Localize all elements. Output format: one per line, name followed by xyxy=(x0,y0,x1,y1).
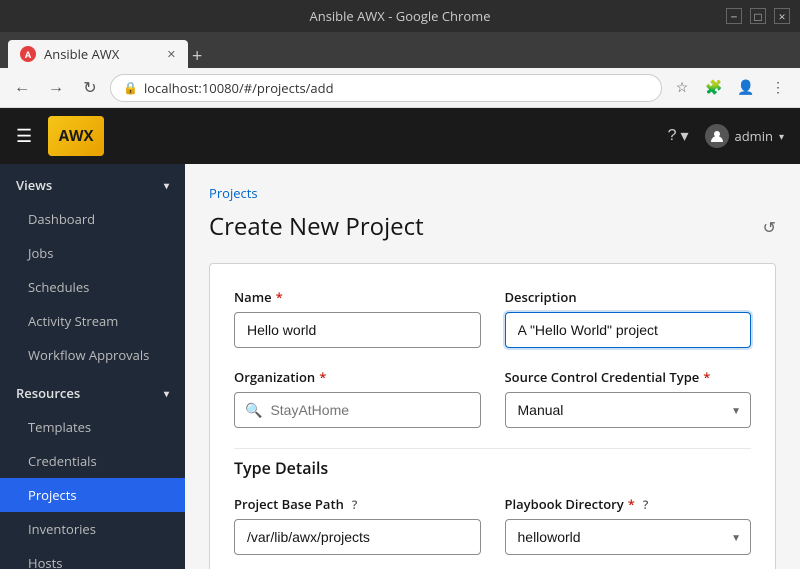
app-logo[interactable]: AWX xyxy=(48,116,104,156)
name-label: Name * xyxy=(234,288,481,306)
description-field-group: Description xyxy=(505,288,752,348)
organization-input[interactable] xyxy=(270,402,469,418)
browser-titlebar: Ansible AWX - Google Chrome − □ × xyxy=(0,0,800,32)
tab-bar: A Ansible AWX ✕ + xyxy=(0,32,800,68)
star-button[interactable]: ☆ xyxy=(668,74,696,102)
source-control-select[interactable]: Manual Git Subversion Insights Remote Ar… xyxy=(505,392,752,428)
lock-icon: 🔒 xyxy=(123,79,138,96)
url-text: localhost:10080/#/projects/add xyxy=(144,79,334,97)
page-title: Create New Project ↺ xyxy=(209,210,776,243)
sidebar-item-inventories[interactable]: Inventories xyxy=(0,512,185,546)
sidebar: Views ▾ Dashboard Jobs Schedules Activit… xyxy=(0,164,185,569)
user-menu[interactable]: admin ▾ xyxy=(705,124,785,148)
browser-title: Ansible AWX - Google Chrome xyxy=(310,7,491,25)
active-tab[interactable]: A Ansible AWX ✕ xyxy=(8,40,188,68)
organization-field-group: Organization * 🔍 xyxy=(234,368,481,428)
sidebar-views-label: Views xyxy=(16,176,52,194)
scct-required-star: * xyxy=(703,368,710,386)
resources-chevron-icon: ▾ xyxy=(164,386,169,400)
browser-nav: ← → ↻ 🔒 localhost:10080/#/projects/add ☆… xyxy=(0,68,800,108)
source-control-field-group: Source Control Credential Type * Manual … xyxy=(505,368,752,428)
org-required-star: * xyxy=(319,368,326,386)
help-chevron-icon: ▾ xyxy=(680,126,688,146)
views-chevron-icon: ▾ xyxy=(164,178,169,192)
sidebar-resources-section[interactable]: Resources ▾ xyxy=(0,372,185,410)
playbook-dir-help-icon[interactable]: ? xyxy=(643,496,648,513)
sidebar-resources-label: Resources xyxy=(16,384,80,402)
organization-search-wrapper[interactable]: 🔍 xyxy=(234,392,481,428)
source-control-select-wrapper: Manual Git Subversion Insights Remote Ar… xyxy=(505,392,752,428)
refresh-button[interactable]: ↻ xyxy=(76,74,104,102)
project-base-path-input[interactable] xyxy=(234,519,481,555)
back-button[interactable]: ← xyxy=(8,74,36,102)
hamburger-menu-icon[interactable]: ☰ xyxy=(16,124,32,148)
type-details-title: Type Details xyxy=(234,448,751,479)
main-panel: Projects Create New Project ↺ Name * xyxy=(185,164,800,569)
sidebar-item-activity-stream[interactable]: Activity Stream xyxy=(0,304,185,338)
playbook-dir-required-star: * xyxy=(628,495,635,513)
app-header: ☰ AWX ? ▾ admin ▾ xyxy=(0,108,800,164)
project-base-path-group: Project Base Path ? xyxy=(234,495,481,555)
sidebar-item-dashboard[interactable]: Dashboard xyxy=(0,202,185,236)
user-chevron-icon: ▾ xyxy=(779,129,784,143)
help-button[interactable]: ? ▾ xyxy=(668,126,689,146)
address-bar[interactable]: 🔒 localhost:10080/#/projects/add xyxy=(110,74,662,102)
form-row-org-scct: Organization * 🔍 Source Control Credenti… xyxy=(234,368,751,428)
close-button[interactable]: × xyxy=(774,8,790,24)
form-row-path-playbook: Project Base Path ? Playbook Directory *… xyxy=(234,495,751,555)
organization-label: Organization * xyxy=(234,368,481,386)
name-input[interactable] xyxy=(234,312,481,348)
playbook-dir-label: Playbook Directory * ? xyxy=(505,495,752,513)
playbook-dir-select[interactable]: helloworld xyxy=(505,519,752,555)
name-field-group: Name * xyxy=(234,288,481,348)
description-input[interactable] xyxy=(505,312,752,348)
new-tab-button[interactable]: + xyxy=(192,44,202,68)
menu-button[interactable]: ⋮ xyxy=(764,74,792,102)
breadcrumb[interactable]: Projects xyxy=(209,184,776,202)
sidebar-item-jobs[interactable]: Jobs xyxy=(0,236,185,270)
playbook-dir-select-wrapper: helloworld xyxy=(505,519,752,555)
forward-button[interactable]: → xyxy=(42,74,70,102)
user-avatar xyxy=(705,124,729,148)
description-label: Description xyxy=(505,288,752,306)
project-base-path-label: Project Base Path ? xyxy=(234,495,481,513)
username-label: admin xyxy=(735,127,773,145)
project-base-path-help-icon[interactable]: ? xyxy=(352,496,357,513)
form-row-name-desc: Name * Description xyxy=(234,288,751,348)
name-required-star: * xyxy=(276,288,283,306)
help-icon: ? xyxy=(668,127,677,145)
maximize-button[interactable]: □ xyxy=(750,8,766,24)
sidebar-item-templates[interactable]: Templates xyxy=(0,410,185,444)
close-tab-button[interactable]: ✕ xyxy=(167,47,176,62)
sidebar-item-credentials[interactable]: Credentials xyxy=(0,444,185,478)
sidebar-item-schedules[interactable]: Schedules xyxy=(0,270,185,304)
favicon: A xyxy=(20,46,36,62)
sidebar-views-section[interactable]: Views ▾ xyxy=(0,164,185,202)
playbook-dir-group: Playbook Directory * ? helloworld xyxy=(505,495,752,555)
source-control-label: Source Control Credential Type * xyxy=(505,368,752,386)
extensions-button[interactable]: 🧩 xyxy=(700,74,728,102)
logo-text: AWX xyxy=(59,126,94,146)
profile-button[interactable]: 👤 xyxy=(732,74,760,102)
org-search-icon: 🔍 xyxy=(245,401,262,420)
form-card: Name * Description xyxy=(209,263,776,569)
reset-icon[interactable]: ↺ xyxy=(763,216,776,238)
sidebar-item-workflow-approvals[interactable]: Workflow Approvals xyxy=(0,338,185,372)
tab-label: Ansible AWX xyxy=(44,45,119,63)
sidebar-item-hosts[interactable]: Hosts xyxy=(0,546,185,569)
minimize-button[interactable]: − xyxy=(726,8,742,24)
sidebar-item-projects[interactable]: Projects xyxy=(0,478,185,512)
